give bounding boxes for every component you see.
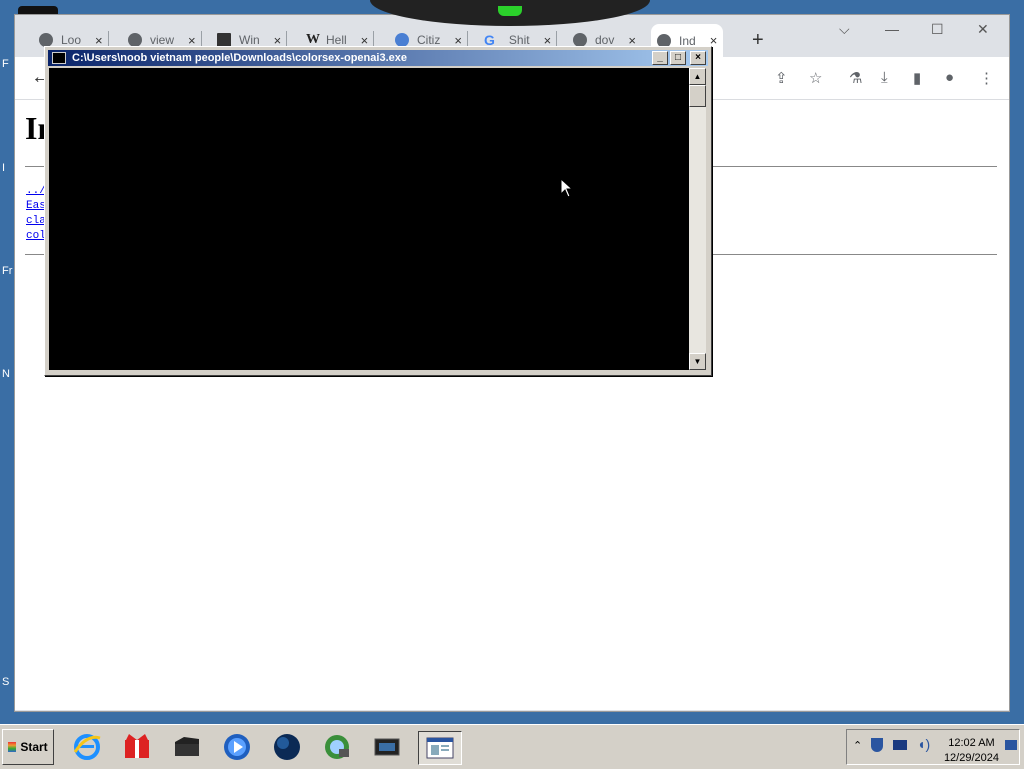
- folder-icon[interactable]: [170, 731, 204, 763]
- console-title-bar[interactable]: C:\Users\noob vietnam people\Downloads\c…: [48, 50, 708, 66]
- console-title: C:\Users\noob vietnam people\Downloads\c…: [72, 52, 407, 64]
- file-link[interactable]: col: [26, 229, 46, 244]
- monitor-icon[interactable]: [370, 731, 404, 763]
- file-link[interactable]: cla: [26, 214, 46, 229]
- download-icon[interactable]: ⤓: [881, 69, 888, 86]
- file-link[interactable]: Eas: [26, 199, 46, 214]
- scroll-down-button[interactable]: ▼: [689, 353, 706, 370]
- globe-icon: [39, 33, 53, 47]
- globe-icon[interactable]: [270, 731, 304, 763]
- clock[interactable]: 12:02 AM 12/29/2024: [944, 736, 999, 766]
- desktop-icon-label: I: [2, 162, 6, 174]
- clock-date: 12/29/2024: [943, 752, 999, 764]
- tab-label: Loo: [61, 33, 82, 47]
- vertical-scrollbar[interactable]: ▲ ▼: [689, 68, 706, 370]
- new-tab-button[interactable]: +: [752, 29, 764, 52]
- share-icon[interactable]: ⇪: [775, 69, 788, 87]
- tab-search-icon[interactable]: ⌵: [839, 21, 850, 38]
- tab-label: dov: [595, 33, 615, 47]
- console-output[interactable]: [49, 68, 689, 370]
- labs-flask-icon[interactable]: ⚗: [849, 69, 862, 87]
- tab-label: Citiz: [417, 33, 441, 47]
- show-desktop-icon[interactable]: [1005, 740, 1017, 750]
- console-app-icon: [52, 52, 66, 64]
- globe-icon: [128, 33, 142, 47]
- display-icon[interactable]: [893, 740, 907, 750]
- file-link[interactable]: ../: [26, 184, 46, 199]
- side-panel-icon[interactable]: ▮: [913, 69, 921, 87]
- speaker-icon[interactable]: ◖): [917, 736, 930, 752]
- close-button[interactable]: ×: [690, 51, 706, 65]
- desktop-icon-label: F: [2, 58, 9, 70]
- tab-label: Hell: [326, 33, 347, 47]
- clock-time: 12:02 AM: [948, 737, 995, 749]
- network-icon[interactable]: [320, 731, 354, 763]
- maximize-button[interactable]: ☐: [931, 21, 944, 38]
- close-button[interactable]: ✕: [977, 21, 989, 38]
- menu-kebab-icon[interactable]: ⋮: [979, 69, 994, 87]
- tab-label: Win: [239, 33, 260, 47]
- console-app-icon[interactable]: [418, 731, 462, 765]
- start-label: Start: [20, 740, 48, 754]
- globe-icon: [573, 33, 587, 47]
- taskbar: Start ⌃ ◖) 12:02 AM 12/29/2024: [0, 724, 1024, 769]
- desktop-icon-label: Fr: [2, 265, 13, 277]
- tab-label: Shit: [508, 33, 530, 47]
- system-tray: ⌃ ◖) 12:02 AM 12/29/2024: [846, 729, 1020, 765]
- windows-flag-icon: [8, 742, 17, 752]
- scroll-up-button[interactable]: ▲: [689, 68, 706, 85]
- file-list: ../ Eas cla col: [26, 184, 46, 244]
- minimize-button[interactable]: —: [885, 21, 899, 37]
- start-button[interactable]: Start: [2, 729, 54, 765]
- mouse-cursor-icon: [560, 178, 574, 198]
- scrollbar-thumb[interactable]: [689, 85, 706, 107]
- desktop-icon-label: S: [2, 676, 10, 688]
- profile-avatar-icon[interactable]: ●: [945, 69, 954, 86]
- internet-explorer-icon[interactable]: [70, 731, 104, 763]
- console-window[interactable]: C:\Users\noob vietnam people\Downloads\c…: [44, 46, 712, 376]
- gift-icon[interactable]: [120, 731, 154, 763]
- library-icon: [217, 33, 231, 47]
- chevron-up-icon[interactable]: ⌃: [853, 739, 862, 752]
- tab-label: view: [150, 33, 175, 47]
- media-player-icon[interactable]: [220, 731, 254, 763]
- search-icon: [395, 33, 409, 47]
- maximize-button[interactable]: □: [670, 51, 686, 65]
- bookmark-star-icon[interactable]: ☆: [809, 69, 822, 87]
- shield-icon[interactable]: [871, 738, 883, 752]
- minimize-button[interactable]: _: [652, 51, 668, 65]
- desktop-icon-label: N: [2, 368, 10, 380]
